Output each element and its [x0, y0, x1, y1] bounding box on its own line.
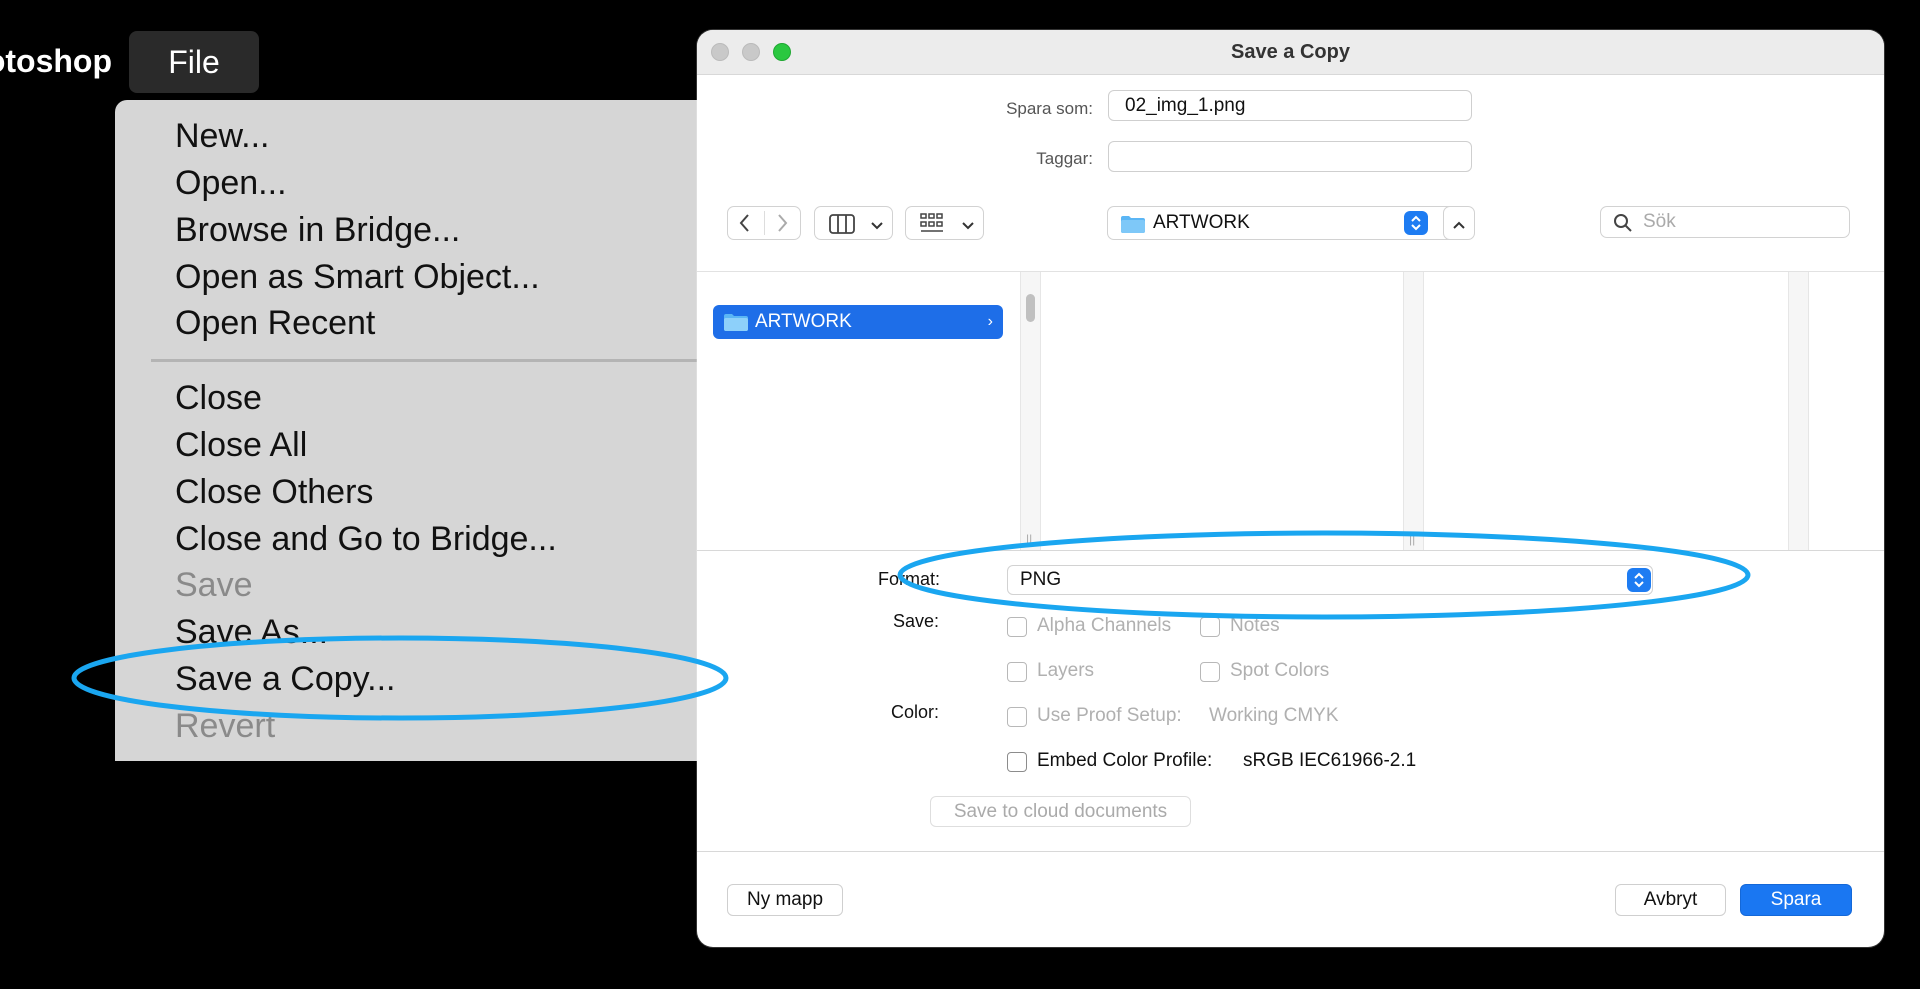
view-mode-button[interactable]	[814, 206, 893, 240]
sidebar-item-artwork[interactable]: ARTWORK ›	[713, 305, 1003, 339]
dialog-title: Save a Copy	[1231, 41, 1350, 63]
layers-checkbox	[1007, 662, 1027, 682]
scrollbar-thumb[interactable]	[1026, 294, 1035, 322]
use-proof-setup-label: Use Proof Setup:	[1037, 705, 1182, 726]
columns-view-icon	[829, 214, 855, 239]
grid-icon	[920, 213, 944, 240]
forward-icon[interactable]	[772, 212, 792, 239]
save-to-cloud-button: Save to cloud documents	[930, 796, 1191, 827]
search-icon	[1613, 213, 1633, 238]
menu-item-new[interactable]: New...	[175, 114, 269, 158]
column-resizer[interactable]: ||	[1020, 272, 1041, 550]
tags-field[interactable]	[1108, 141, 1472, 172]
up-down-arrows-icon	[1627, 568, 1651, 592]
collapse-browser-button[interactable]	[1443, 206, 1475, 240]
menu-item-save-a-copy[interactable]: Save a Copy...	[175, 657, 396, 701]
format-label: Format:	[877, 569, 940, 589]
folder-icon	[1120, 214, 1146, 239]
up-down-arrows-icon	[1404, 211, 1428, 235]
file-browser: ARTWORK › || ||	[697, 271, 1884, 551]
format-dropdown[interactable]: PNG	[1007, 565, 1653, 595]
search-input[interactable]: Sök	[1600, 206, 1850, 238]
menu-item-revert: Revert	[175, 707, 276, 745]
menu-item-close-others[interactable]: Close Others	[175, 470, 373, 514]
filename-field[interactable]: 02_img_1.png	[1108, 90, 1472, 121]
use-proof-setup-checkbox	[1007, 707, 1027, 727]
menu-separator	[151, 359, 735, 362]
file-menu-title[interactable]: File	[129, 31, 259, 93]
menu-item-open-as-smart-object[interactable]: Open as Smart Object...	[175, 255, 540, 299]
color-options-label: Color:	[890, 702, 939, 722]
menu-item-close-and-go-to-bridge[interactable]: Close and Go to Bridge...	[175, 517, 557, 561]
chevron-down-icon	[961, 218, 975, 236]
column-resizer[interactable]	[1788, 272, 1809, 550]
resize-handle-icon: ||	[1409, 532, 1416, 546]
menu-item-open[interactable]: Open...	[175, 161, 287, 205]
embed-color-profile-checkbox[interactable]	[1007, 752, 1027, 772]
location-label: ARTWORK	[1153, 212, 1250, 233]
menu-item-save: Save	[175, 566, 253, 604]
format-value: PNG	[1020, 569, 1062, 590]
sidebar-item-label: ARTWORK	[755, 311, 852, 332]
column-resizer[interactable]: ||	[1403, 272, 1424, 550]
app-name[interactable]: Photoshop	[0, 40, 118, 82]
save-options-label: Save:	[892, 611, 939, 631]
location-dropdown[interactable]: ARTWORK	[1107, 206, 1472, 240]
notes-label: Notes	[1230, 615, 1280, 636]
spot-colors-checkbox	[1200, 662, 1220, 682]
dialog-titlebar: Save a Copy	[697, 30, 1884, 75]
group-mode-button[interactable]	[905, 206, 984, 240]
save-dialog: Save a Copy Spara som: 02_img_1.png Tagg…	[697, 30, 1884, 947]
new-folder-button[interactable]: Ny mapp	[727, 884, 843, 916]
embed-color-profile-label: Embed Color Profile:	[1037, 750, 1213, 771]
menu-item-close-all[interactable]: Close All	[175, 423, 307, 467]
back-icon[interactable]	[735, 212, 755, 239]
spot-colors-label: Spot Colors	[1230, 660, 1330, 681]
proof-setup-value: Working CMYK	[1209, 705, 1339, 726]
file-menu-dropdown: New... Open... Browse in Bridge... Open …	[115, 100, 735, 761]
cancel-button[interactable]: Avbryt	[1615, 884, 1726, 916]
color-profile-value: sRGB IEC61966-2.1	[1243, 750, 1417, 771]
menu-item-open-recent[interactable]: Open Recent	[175, 301, 375, 345]
save-as-label: Spara som:	[1006, 99, 1093, 118]
back-forward-buttons	[727, 206, 801, 240]
footer-divider	[697, 851, 1884, 852]
notes-checkbox	[1200, 617, 1220, 637]
menu-item-close[interactable]: Close	[175, 376, 262, 420]
search-placeholder: Sök	[1643, 211, 1676, 232]
chevron-right-icon: ›	[987, 313, 993, 330]
layers-label: Layers	[1037, 660, 1095, 681]
save-button[interactable]: Spara	[1740, 884, 1852, 916]
alpha-channels-checkbox	[1007, 617, 1027, 637]
folder-icon	[723, 312, 749, 337]
menu-item-save-as[interactable]: Save As...	[175, 610, 328, 654]
menu-item-browse-in-bridge[interactable]: Browse in Bridge...	[175, 208, 460, 252]
chevron-down-icon	[870, 218, 884, 236]
chevron-up-icon	[1452, 217, 1466, 235]
alpha-channels-label: Alpha Channels	[1037, 615, 1172, 636]
resize-handle-icon: ||	[1026, 532, 1033, 546]
tags-label: Taggar:	[1036, 149, 1093, 168]
